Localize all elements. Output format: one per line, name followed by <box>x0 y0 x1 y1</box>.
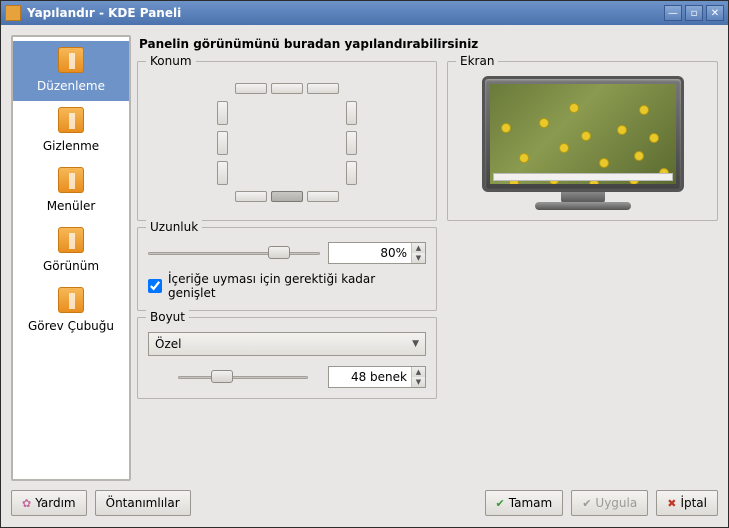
size-group: Boyut Özel ▼ ▲ ▼ <box>137 317 437 399</box>
screen-legend: Ekran <box>456 54 498 68</box>
position-top-left[interactable] <box>235 83 267 94</box>
taskbar-icon <box>58 287 84 313</box>
ok-button-label: Tamam <box>509 496 552 510</box>
page-heading: Panelin görünümünü buradan yapılandırabi… <box>139 37 718 51</box>
size-combo-value: Özel <box>155 337 181 351</box>
size-slider[interactable] <box>178 367 308 387</box>
cancel-button[interactable]: ✖ İptal <box>656 490 718 516</box>
spin-down[interactable]: ▼ <box>412 377 425 387</box>
button-bar: ✿ Yardım Öntanımlılar ✔ Tamam ✔ Uygula ✖… <box>1 487 728 527</box>
cancel-icon: ✖ <box>667 497 676 510</box>
sidebar-item-label: Gizlenme <box>43 139 99 153</box>
sidebar: Düzenleme Gizlenme Menüler Görünüm Görev… <box>11 35 131 481</box>
check-icon: ✔ <box>496 497 505 510</box>
panel-preview-bar <box>493 173 673 181</box>
size-combobox[interactable]: Özel ▼ <box>148 332 426 356</box>
expand-checkbox[interactable] <box>148 279 162 293</box>
spin-up[interactable]: ▲ <box>412 243 425 253</box>
position-top-center[interactable] <box>271 83 303 94</box>
position-bottom-right[interactable] <box>307 191 339 202</box>
spin-arrows: ▲ ▼ <box>411 243 425 263</box>
sidebar-item-arrangement[interactable]: Düzenleme <box>13 41 129 101</box>
size-slider-row: ▲ ▼ <box>148 366 426 388</box>
help-button-label: Yardım <box>35 496 75 510</box>
close-button[interactable]: ✕ <box>706 5 724 21</box>
appearance-icon <box>58 227 84 253</box>
size-legend: Boyut <box>146 310 189 324</box>
screen-group: Ekran <box>447 61 718 221</box>
defaults-button-label: Öntanımlılar <box>106 496 180 510</box>
position-left-middle[interactable] <box>217 131 228 155</box>
window-title: Yapılandır - KDE Paneli <box>27 6 661 20</box>
monitor-base <box>535 202 631 210</box>
expand-checkbox-row: İçeriğe uyması için gerektiği kadar geni… <box>148 272 426 300</box>
arrangement-icon <box>58 47 84 73</box>
content-area: Düzenleme Gizlenme Menüler Görünüm Görev… <box>1 25 728 487</box>
expand-checkbox-label: İçeriğe uyması için gerektiği kadar geni… <box>168 272 426 300</box>
sidebar-item-hiding[interactable]: Gizlenme <box>13 101 129 161</box>
apply-button-label: Uygula <box>595 496 637 510</box>
length-spin-input[interactable] <box>329 246 411 260</box>
position-right-top[interactable] <box>346 101 357 125</box>
check-icon: ✔ <box>582 497 591 510</box>
length-slider-row: ▲ ▼ <box>148 242 426 264</box>
config-window: Yapılandır - KDE Paneli — ▫ ✕ Düzenleme … <box>0 0 729 528</box>
position-bottom-center[interactable] <box>271 191 303 202</box>
length-slider[interactable] <box>148 243 320 263</box>
position-group: Konum <box>137 61 437 221</box>
minimize-button[interactable]: — <box>664 5 682 21</box>
position-grid <box>212 83 362 203</box>
sidebar-item-taskbar[interactable]: Görev Çubuğu <box>13 281 129 341</box>
monitor-screen <box>490 84 676 184</box>
menus-icon <box>58 167 84 193</box>
monitor-preview <box>458 76 707 210</box>
sidebar-item-label: Görev Çubuğu <box>28 319 114 333</box>
position-right-bottom[interactable] <box>346 161 357 185</box>
length-group: Uzunluk ▲ ▼ İçe <box>137 227 437 311</box>
chevron-down-icon: ▼ <box>412 339 419 349</box>
titlebar: Yapılandır - KDE Paneli — ▫ ✕ <box>1 1 728 25</box>
cancel-button-label: İptal <box>680 496 707 510</box>
ok-button[interactable]: ✔ Tamam <box>485 490 564 516</box>
length-spinbox[interactable]: ▲ ▼ <box>328 242 426 264</box>
spin-down[interactable]: ▼ <box>412 253 425 263</box>
spin-arrows: ▲ ▼ <box>411 367 425 387</box>
defaults-button[interactable]: Öntanımlılar <box>95 490 191 516</box>
position-legend: Konum <box>146 54 196 68</box>
app-icon <box>5 5 21 21</box>
size-spinbox[interactable]: ▲ ▼ <box>328 366 426 388</box>
help-button[interactable]: ✿ Yardım <box>11 490 87 516</box>
maximize-button[interactable]: ▫ <box>685 5 703 21</box>
top-row: Konum <box>137 61 718 221</box>
monitor-frame <box>482 76 684 192</box>
help-icon: ✿ <box>22 497 31 510</box>
sidebar-item-menus[interactable]: Menüler <box>13 161 129 221</box>
sidebar-item-label: Menüler <box>47 199 96 213</box>
position-bottom-left[interactable] <box>235 191 267 202</box>
sidebar-item-label: Görünüm <box>43 259 99 273</box>
sidebar-item-appearance[interactable]: Görünüm <box>13 221 129 281</box>
hiding-icon <box>58 107 84 133</box>
apply-button[interactable]: ✔ Uygula <box>571 490 648 516</box>
spin-up[interactable]: ▲ <box>412 367 425 377</box>
size-spin-input[interactable] <box>329 370 411 384</box>
position-right-middle[interactable] <box>346 131 357 155</box>
position-top-right[interactable] <box>307 83 339 94</box>
main-panel: Panelin görünümünü buradan yapılandırabi… <box>137 35 718 481</box>
position-left-top[interactable] <box>217 101 228 125</box>
position-left-bottom[interactable] <box>217 161 228 185</box>
length-legend: Uzunluk <box>146 220 202 234</box>
sidebar-item-label: Düzenleme <box>37 79 105 93</box>
